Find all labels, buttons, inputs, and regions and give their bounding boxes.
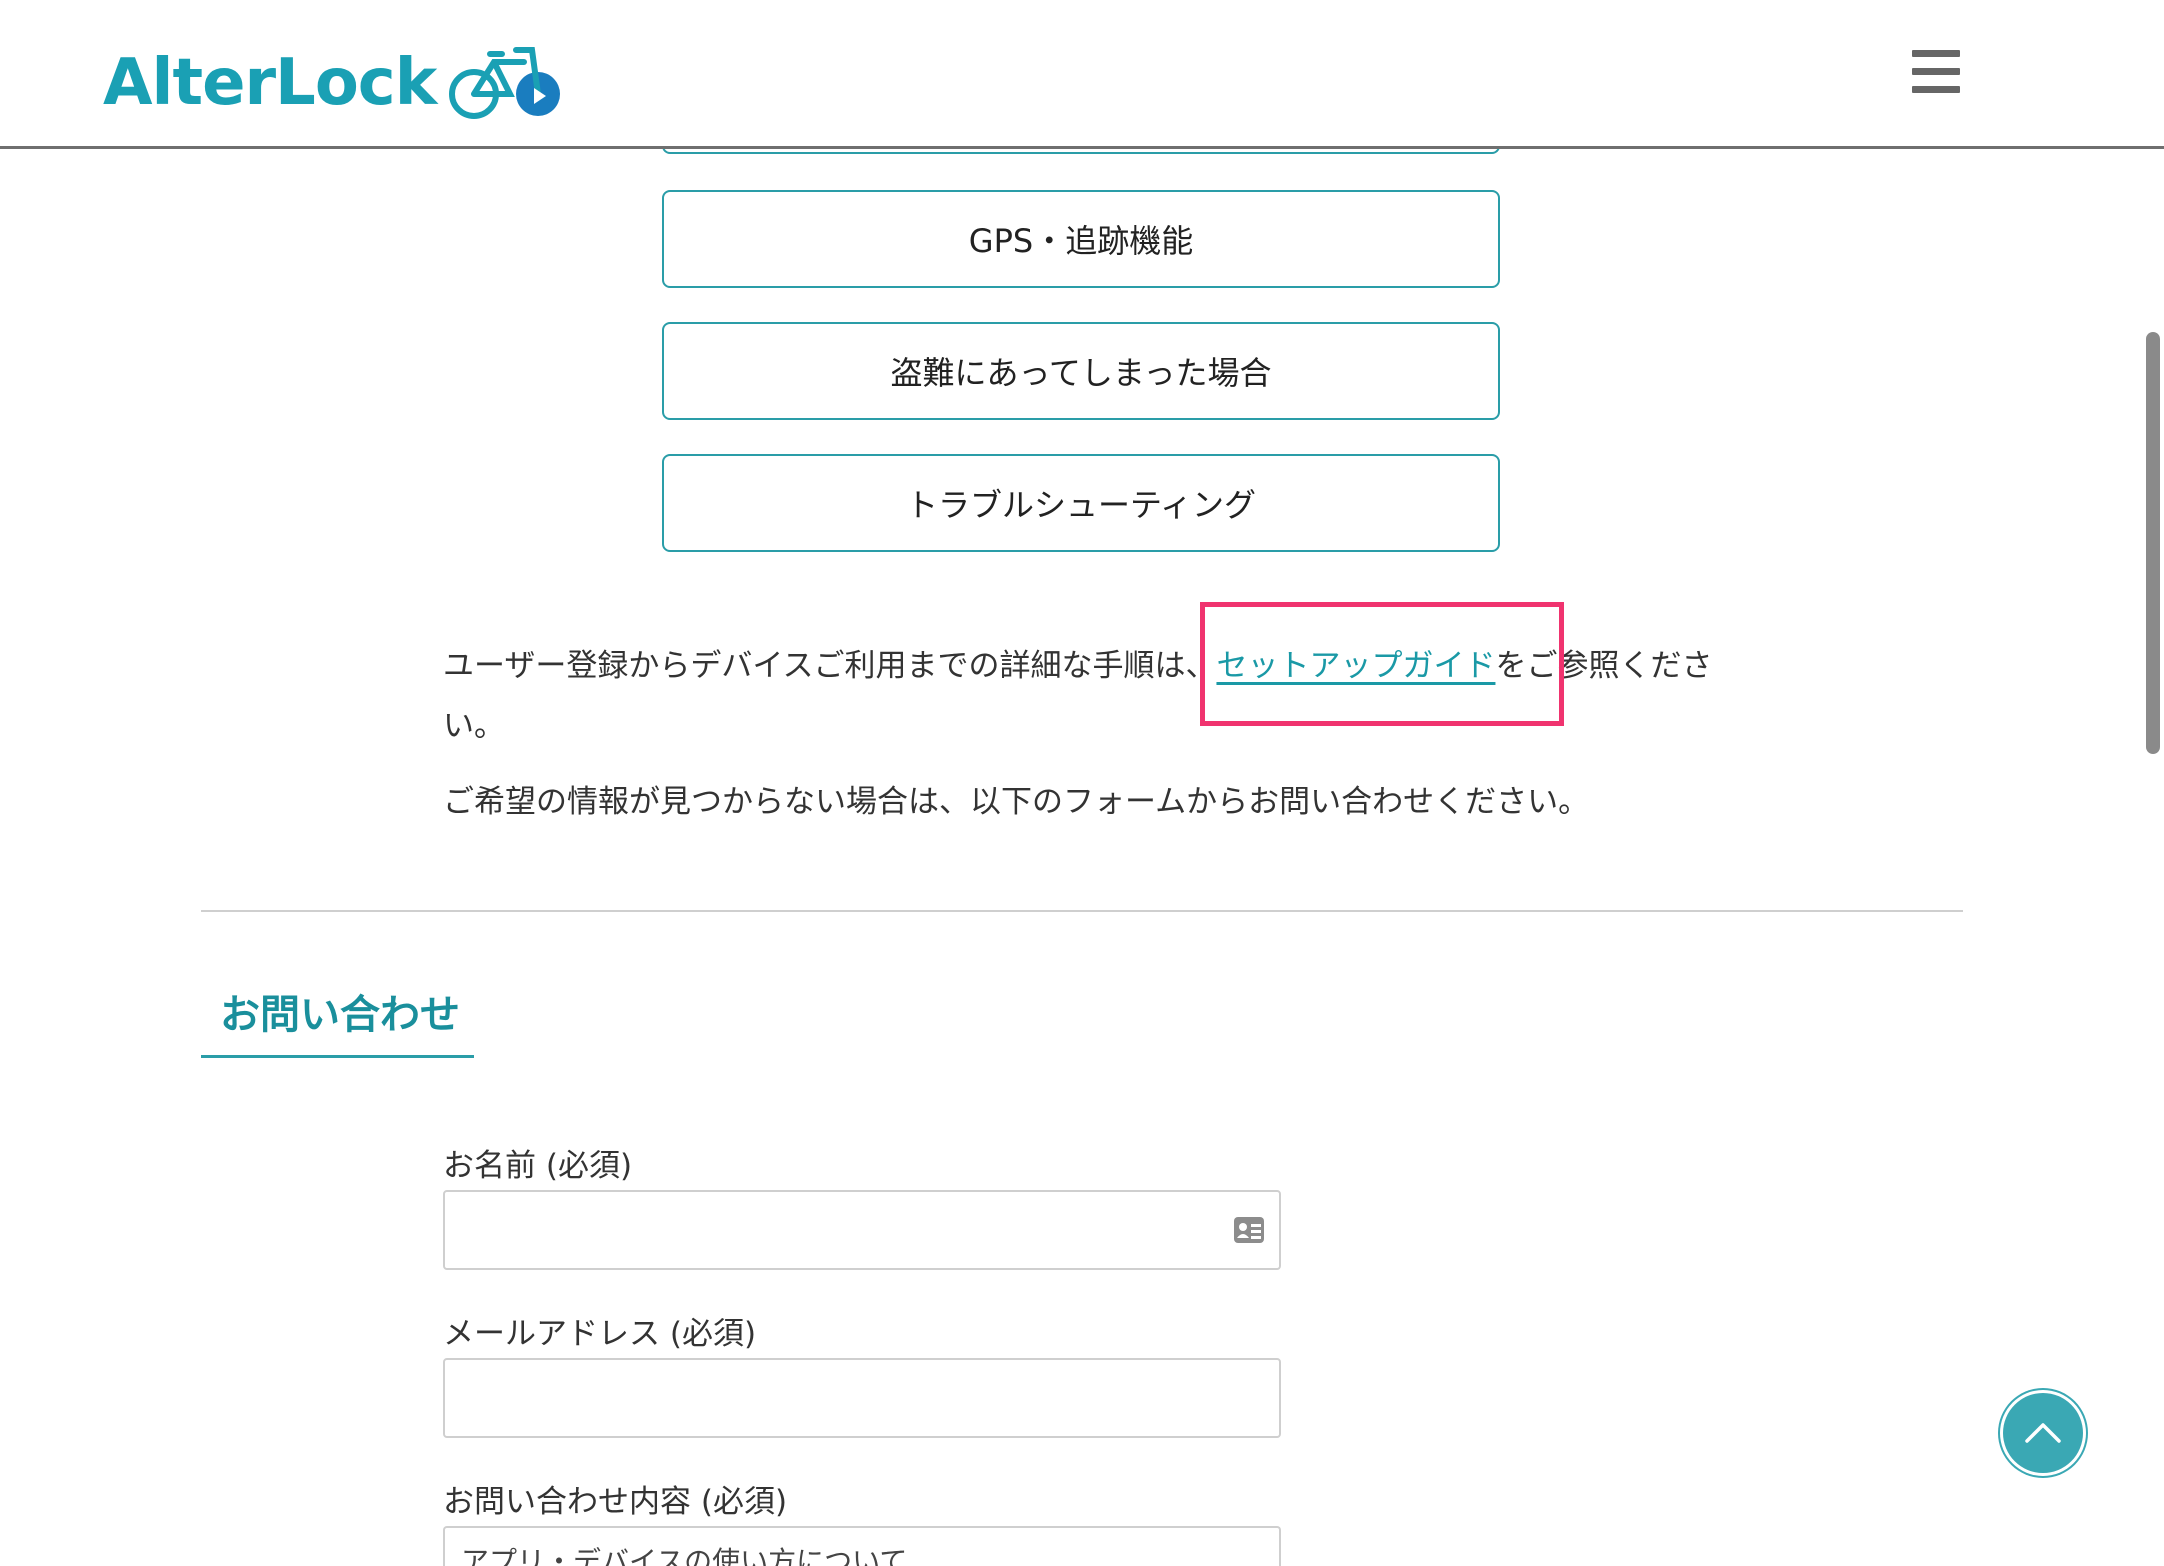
category-button-troubleshooting[interactable]: トラブルシューティング	[662, 454, 1500, 552]
back-to-top-button[interactable]	[2003, 1393, 2083, 1473]
name-input[interactable]	[443, 1190, 1281, 1270]
inquiry-select[interactable]: アプリ・デバイスの使い方について	[443, 1526, 1281, 1566]
not-found-paragraph: ご希望の情報が見つからない場合は、以下のフォームからお問い合わせください。	[443, 784, 1590, 820]
hamburger-icon-bar	[1912, 86, 1960, 93]
section-divider	[201, 910, 1963, 912]
category-button-gps[interactable]: GPS・追跡機能	[662, 190, 1500, 288]
email-label: メールアドレス (必須)	[443, 1316, 757, 1352]
chevron-up-icon	[2025, 1423, 2061, 1443]
inquiry-label: お問い合わせ内容 (必須)	[443, 1484, 788, 1520]
contact-card-icon[interactable]	[1233, 1216, 1265, 1244]
email-input[interactable]	[443, 1358, 1281, 1438]
contact-section-title: お問い合わせ	[220, 992, 460, 1038]
setup-text-before: ユーザー登録からデバイスご利用までの詳細な手順は、	[443, 648, 1217, 684]
hamburger-icon-bar	[1912, 68, 1960, 75]
hamburger-menu-button[interactable]	[1912, 50, 1960, 94]
inquiry-select-value: アプリ・デバイスの使い方について	[461, 1545, 908, 1566]
page-scrollbar[interactable]	[2146, 332, 2160, 754]
alterlock-logo[interactable]: AlterLock	[103, 44, 566, 122]
setup-guide-link[interactable]: セットアップガイド	[1216, 648, 1495, 684]
bicycle-logo-icon	[449, 47, 561, 119]
site-header: AlterLock	[0, 0, 2164, 149]
name-label: お名前 (必須)	[443, 1148, 633, 1184]
setup-guide-paragraph: ユーザー登録からデバイスご利用までの詳細な手順は、セットアップガイドをご参照くだ…	[443, 636, 1743, 756]
contact-title-underline	[201, 1055, 474, 1058]
hamburger-icon-bar	[1912, 50, 1960, 57]
category-button-theft[interactable]: 盗難にあってしまった場合	[662, 322, 1500, 420]
logo-text: AlterLock	[103, 46, 437, 120]
